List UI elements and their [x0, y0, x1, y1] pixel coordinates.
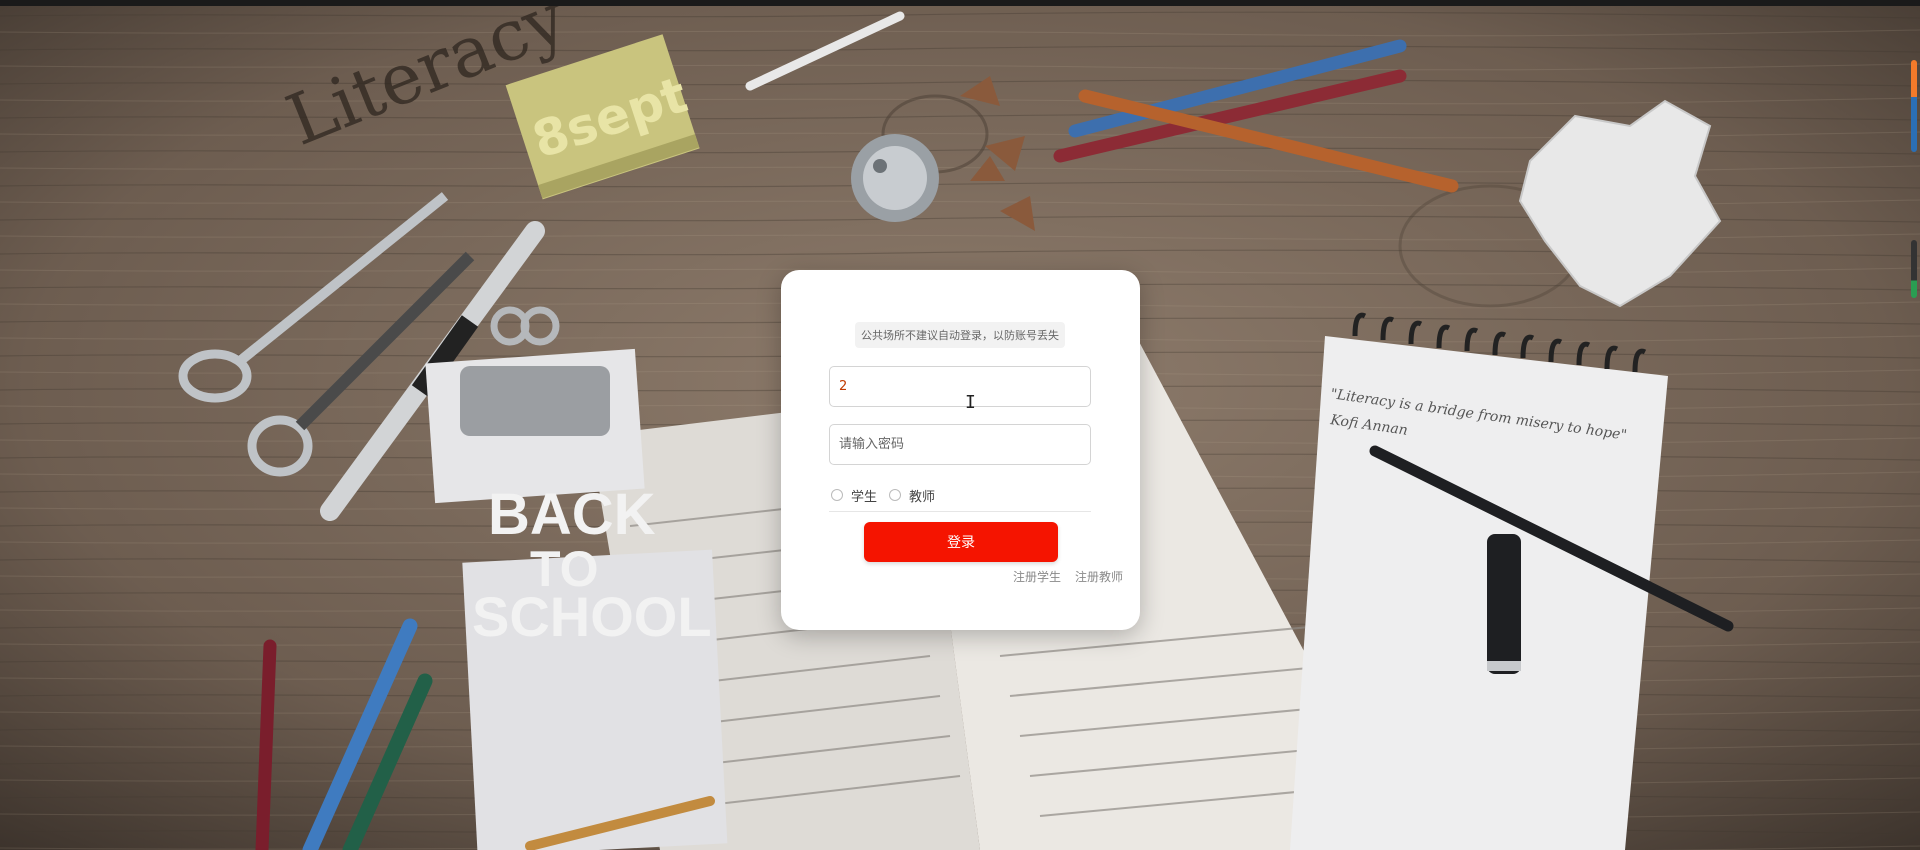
spiral-notebook: "Literacy is a bridge from misery to hop…	[1290, 312, 1668, 850]
login-button[interactable]: 登录	[864, 522, 1058, 562]
role-teacher-radio[interactable]	[889, 489, 902, 501]
login-card: 公共场所不建议自动登录，以防账号丢失 学生 教师 登录 注册学生 注册教师	[781, 270, 1140, 630]
divider	[829, 511, 1091, 512]
pen-cap	[1487, 534, 1521, 674]
register-teacher-link[interactable]: 注册教师	[1075, 568, 1123, 585]
register-student-link[interactable]: 注册学生	[1013, 568, 1061, 585]
password-input[interactable]	[829, 424, 1091, 465]
role-student-radio[interactable]	[831, 489, 843, 501]
security-notice: 公共场所不建议自动登录，以防账号丢失	[855, 322, 1065, 348]
register-links: 注册学生 注册教师	[1013, 568, 1123, 585]
role-student-label[interactable]: 学生	[851, 486, 877, 505]
clipboard-text-line: BACK	[488, 482, 656, 547]
red-marker	[255, 639, 277, 850]
text-cursor-icon: I	[965, 392, 976, 413]
side-indicator	[1911, 240, 1917, 298]
username-input[interactable]	[829, 366, 1091, 407]
role-teacher-label[interactable]: 教师	[909, 486, 935, 505]
login-page: Literacy 8sept BACK TO SCHOOL "Literacy …	[0, 0, 1920, 850]
side-indicator	[1911, 60, 1917, 152]
clipboard-text-line: SCHOOL	[472, 585, 712, 648]
role-selector: 学生 教师	[829, 483, 1091, 507]
pencil-sharpener	[851, 134, 939, 222]
